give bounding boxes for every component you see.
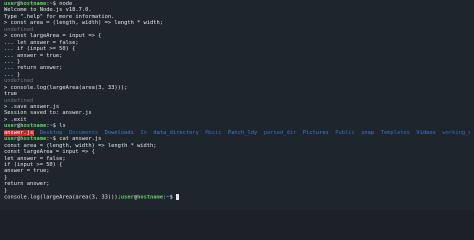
directory-entry[interactable]: snap	[361, 130, 374, 136]
directory-entry[interactable]: Patch_ldy	[228, 130, 257, 136]
final-output-line: console.log(largeArea(area(3, 33)));user…	[4, 194, 470, 201]
directory-entry[interactable]: data_directory	[153, 130, 198, 136]
directory-entry[interactable]: parsed_dir	[264, 130, 296, 136]
directory-entry[interactable]: Documents	[69, 130, 98, 136]
directory-entry[interactable]: Templates	[381, 130, 410, 136]
prompt-user: user	[4, 136, 17, 143]
directory-entry[interactable]: Music	[205, 130, 221, 136]
directory-entry[interactable]: Public	[335, 130, 354, 136]
prompt-user: user	[4, 1, 17, 7]
prompt-host: hostname	[20, 123, 47, 130]
directory-entry[interactable]: working_directory	[442, 130, 470, 136]
prompt-user: user	[4, 123, 17, 130]
directory-entry[interactable]: Pictures	[303, 130, 329, 136]
text-cursor	[176, 194, 180, 200]
command-text: node	[59, 1, 73, 7]
command-text: cat answer.js	[59, 136, 102, 143]
prompt-user: user	[120, 194, 134, 201]
output-text: console.log(largeArea(area(3, 33)));	[4, 194, 121, 201]
directory-entry[interactable]: Desktop	[40, 130, 63, 136]
prompt-host: hostname	[20, 1, 47, 7]
prompt-host: hostname	[137, 194, 164, 201]
file-answer-js[interactable]: answer.js	[4, 129, 35, 137]
prompt-host: hostname	[20, 136, 47, 143]
directory-entry[interactable]: Videos	[416, 130, 435, 136]
terminal-window[interactable]: user@hostname:~$ node Welcome to Node.js …	[0, 0, 474, 210]
directory-entry[interactable]: In	[140, 130, 147, 136]
command-text: ls	[59, 123, 66, 130]
directory-entry[interactable]: Downloads	[105, 130, 134, 136]
